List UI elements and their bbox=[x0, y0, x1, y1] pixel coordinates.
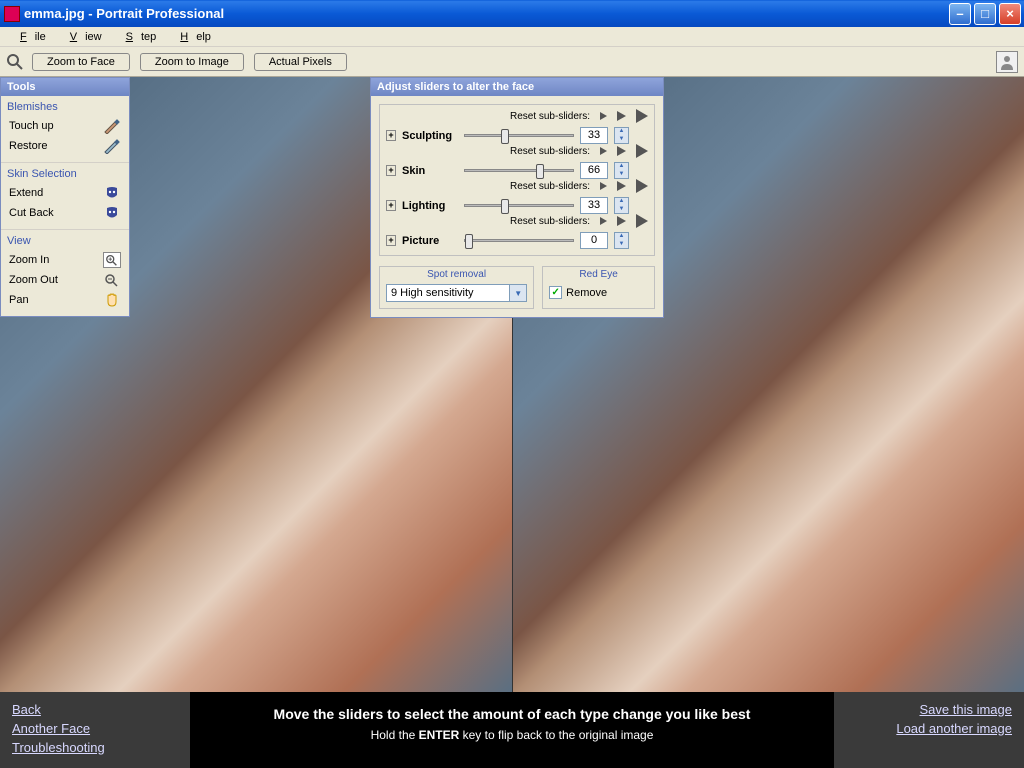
menu-view[interactable]: View bbox=[54, 29, 110, 45]
pan-hand-icon bbox=[103, 292, 121, 308]
actual-pixels-button[interactable]: Actual Pixels bbox=[254, 53, 347, 71]
menubar: File View Step Help bbox=[0, 27, 1024, 47]
footer: Back Another Face Troubleshooting Move t… bbox=[0, 692, 1024, 768]
lighting-spinner[interactable]: ▲▼ bbox=[614, 197, 629, 214]
sculpting-spinner[interactable]: ▲▼ bbox=[614, 127, 629, 144]
mask-cutback-icon bbox=[103, 205, 121, 221]
tools-panel: Tools Blemishes Touch up Restore Skin Se… bbox=[0, 77, 130, 317]
chevron-down-icon[interactable]: ▼ bbox=[510, 284, 527, 302]
touchup-tool[interactable]: Touch up bbox=[5, 116, 125, 136]
view-section-title: View bbox=[5, 233, 125, 250]
zoom-to-image-button[interactable]: Zoom to Image bbox=[140, 53, 244, 71]
spot-removal-combo[interactable]: 9 High sensitivity ▼ bbox=[386, 284, 527, 302]
tools-header: Tools bbox=[1, 78, 129, 96]
adjust-panel: Adjust sliders to alter the face Reset s… bbox=[370, 77, 664, 318]
sculpting-slider[interactable] bbox=[464, 134, 574, 137]
skin-slider-row: + Skin 66 ▲▼ bbox=[386, 162, 648, 179]
preset-small-icon[interactable] bbox=[600, 112, 607, 120]
expand-picture[interactable]: + bbox=[386, 235, 396, 246]
mask-extend-icon bbox=[103, 185, 121, 201]
titlebar: emma.jpg - Portrait Professional – □ × bbox=[0, 0, 1024, 27]
skin-value[interactable]: 66 bbox=[580, 162, 608, 179]
window-title: emma.jpg - Portrait Professional bbox=[24, 6, 224, 21]
zoom-in-tool[interactable]: Zoom In bbox=[5, 250, 125, 270]
skin-selection-title: Skin Selection bbox=[5, 166, 125, 183]
skin-slider[interactable] bbox=[464, 169, 574, 172]
maximize-button[interactable]: □ bbox=[974, 3, 996, 25]
slider-group: Reset sub-sliders: + Sculpting 33 ▲▼ Res… bbox=[379, 104, 655, 256]
troubleshooting-link[interactable]: Troubleshooting bbox=[12, 738, 178, 757]
zoom-to-face-button[interactable]: Zoom to Face bbox=[32, 53, 130, 71]
touchup-brush-icon bbox=[103, 118, 121, 134]
blemishes-title: Blemishes bbox=[5, 99, 125, 116]
toolbar: Zoom to Face Zoom to Image Actual Pixels bbox=[0, 47, 1024, 77]
minimize-button[interactable]: – bbox=[949, 3, 971, 25]
picture-spinner[interactable]: ▲▼ bbox=[614, 232, 629, 249]
lighting-slider-row: + Lighting 33 ▲▼ bbox=[386, 197, 648, 214]
pan-tool[interactable]: Pan bbox=[5, 290, 125, 310]
sculpting-value[interactable]: 33 bbox=[580, 127, 608, 144]
lighting-value[interactable]: 33 bbox=[580, 197, 608, 214]
cutback-tool[interactable]: Cut Back bbox=[5, 203, 125, 223]
picture-value[interactable]: 0 bbox=[580, 232, 608, 249]
sculpting-slider-row: + Sculpting 33 ▲▼ bbox=[386, 127, 648, 144]
zoom-in-icon bbox=[103, 252, 121, 268]
app-icon bbox=[4, 6, 20, 22]
extend-tool[interactable]: Extend bbox=[5, 183, 125, 203]
zoom-out-tool[interactable]: Zoom Out bbox=[5, 270, 125, 290]
magnifier-icon[interactable] bbox=[6, 53, 24, 71]
redeye-box: Red Eye ✓ Remove bbox=[542, 266, 655, 309]
back-link[interactable]: Back bbox=[12, 700, 178, 719]
expand-sculpting[interactable]: + bbox=[386, 130, 396, 141]
adjust-header: Adjust sliders to alter the face bbox=[371, 78, 663, 96]
expand-lighting[interactable]: + bbox=[386, 200, 396, 211]
picture-slider[interactable] bbox=[464, 239, 574, 242]
footer-instruction-2: Hold the ENTER key to flip back to the o… bbox=[200, 728, 824, 742]
footer-instruction-1: Move the sliders to select the amount of… bbox=[200, 706, 824, 722]
main-area: Tools Blemishes Touch up Restore Skin Se… bbox=[0, 77, 1024, 692]
menu-help[interactable]: Help bbox=[164, 29, 219, 45]
preset-med-icon[interactable] bbox=[617, 111, 626, 121]
close-button[interactable]: × bbox=[999, 3, 1021, 25]
spot-removal-box: Spot removal 9 High sensitivity ▼ bbox=[379, 266, 534, 309]
preset-large-icon[interactable] bbox=[636, 109, 648, 123]
lighting-slider[interactable] bbox=[464, 204, 574, 207]
menu-step[interactable]: Step bbox=[110, 29, 165, 45]
save-image-link[interactable]: Save this image bbox=[846, 700, 1012, 719]
menu-file[interactable]: File bbox=[4, 29, 54, 45]
restore-brush-icon bbox=[103, 138, 121, 154]
picture-slider-row: + Picture 0 ▲▼ bbox=[386, 232, 648, 249]
restore-tool[interactable]: Restore bbox=[5, 136, 125, 156]
redeye-checkbox[interactable]: ✓ bbox=[549, 286, 562, 299]
zoom-out-icon bbox=[103, 272, 121, 288]
another-face-link[interactable]: Another Face bbox=[12, 719, 178, 738]
expand-skin[interactable]: + bbox=[386, 165, 396, 176]
face-profile-icon[interactable] bbox=[996, 51, 1018, 73]
load-image-link[interactable]: Load another image bbox=[846, 719, 1012, 738]
skin-spinner[interactable]: ▲▼ bbox=[614, 162, 629, 179]
